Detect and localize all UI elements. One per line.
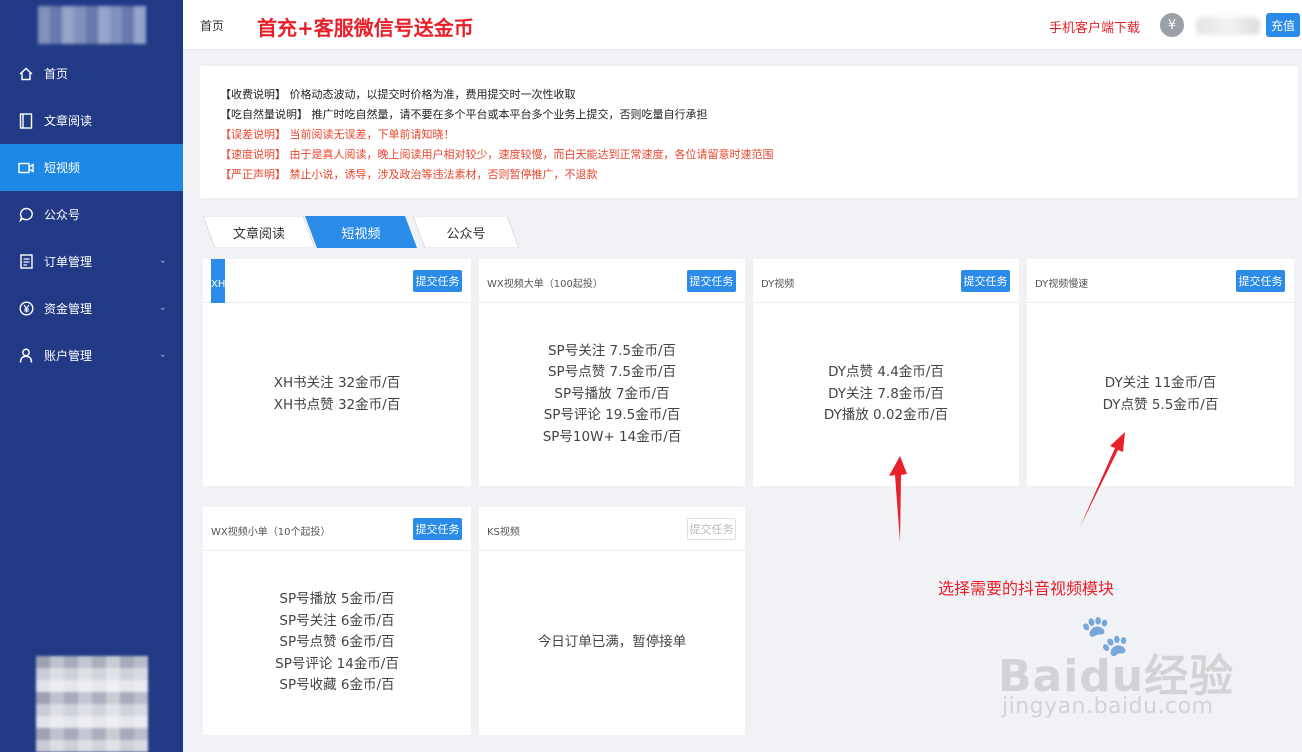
watermark: 🐾 Baidu经验 jingyan.baidu.com (998, 612, 1238, 722)
annotation-text: 选择需要的抖音视频模块 (938, 579, 1115, 598)
arrow-up-right-icon (1080, 432, 1125, 527)
arrow-up-icon (889, 456, 907, 542)
watermark-url: jingyan.baidu.com (1002, 694, 1214, 719)
